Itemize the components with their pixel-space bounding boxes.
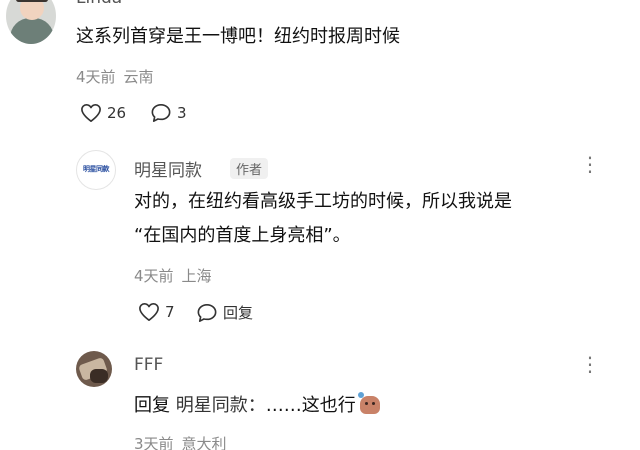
username-linda[interactable]: Linda [76, 0, 122, 8]
username-fff[interactable]: FFF [134, 355, 163, 375]
comment-text: 这系列首穿是王一博吧！纽约时报周时候 [76, 26, 400, 47]
comment-text-line-1: 对的，在纽约看高级手工坊的时候，所以我说是 [134, 191, 512, 212]
like-button[interactable]: 7 [138, 302, 175, 322]
comment-location: 云南 [123, 68, 154, 86]
heart-outline-icon [138, 302, 160, 322]
reply-prefix: 回复 [134, 395, 170, 416]
comment-text: 回复 明星同款：……这也行 [134, 389, 380, 423]
comment-meta: 4天前 上海 [134, 265, 212, 286]
speech-bubble-icon [196, 303, 218, 323]
avatar-author[interactable]: 明星同款 [76, 150, 116, 190]
like-count: 7 [165, 303, 175, 321]
reply-button[interactable]: 回复 [196, 302, 253, 323]
comment-time: 4天前 [76, 68, 116, 86]
like-count: 26 [107, 104, 127, 122]
comment-text-line-2: “在国内的首度上身亮相”。 [134, 225, 351, 246]
more-vertical-icon[interactable]: ⋮ [580, 152, 601, 176]
comment-time: 3天前 [134, 435, 174, 450]
speech-bubble-icon [150, 103, 172, 123]
username-author[interactable]: 明星同款 [134, 156, 202, 181]
reply-label: 回复 [223, 304, 254, 322]
reply-count-button[interactable]: 3 [150, 103, 187, 123]
comment-meta: 3天前 意大利 [134, 433, 227, 450]
avatar-linda[interactable] [6, 0, 56, 44]
avatar-fff[interactable] [76, 351, 112, 387]
comment-meta: 4天前 云南 [76, 66, 154, 87]
reply-to-user[interactable]: 明星同款： [176, 395, 266, 416]
comment-thread: Linda 这系列首穿是王一博吧！纽约时报周时候 4天前云南 26 3 明星同款… [0, 0, 640, 450]
author-badge: 作者 [230, 158, 269, 179]
comment-time: 4天前 [134, 267, 174, 285]
heart-outline-icon [80, 103, 102, 123]
comment-location: 上海 [181, 267, 212, 285]
like-button[interactable]: 26 [80, 103, 126, 123]
reply-body: ……这也行 [265, 395, 356, 416]
reply-count: 3 [177, 104, 187, 122]
comment-location: 意大利 [181, 435, 227, 450]
more-vertical-icon[interactable]: ⋮ [580, 352, 601, 376]
avatar-brand-logo: 明星同款 [83, 165, 110, 173]
cow-emoji-icon [357, 392, 380, 414]
